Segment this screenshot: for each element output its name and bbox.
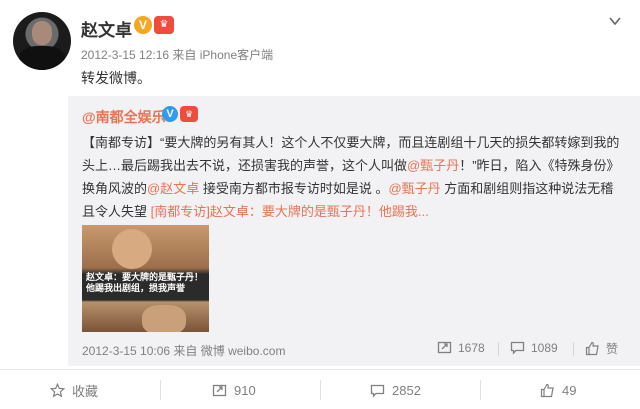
avatar-body <box>19 46 65 70</box>
image-caption: 赵文卓：要大牌的是甄子丹！他踢我出剧组，损我声誉 <box>86 272 204 293</box>
verified-badge-icon[interactable]: V <box>162 106 178 122</box>
article-link[interactable]: [南都专访]赵文卓：要大牌的是甄子丹！他踢我... <box>151 204 429 219</box>
favorite-button[interactable]: 收藏 <box>50 381 98 399</box>
mention-link[interactable]: @甄子丹 <box>388 181 440 196</box>
thumbs-up-icon <box>585 341 600 356</box>
comment-icon <box>370 383 385 398</box>
repost-meta: 2012-3-15 10:06 来自 微博 weibo.com <box>82 342 285 359</box>
avatar-face <box>32 21 52 45</box>
comment-button[interactable]: 2852 <box>370 381 421 399</box>
repost-body: 【南都专访】“要大牌的另有其人！这个人不仅要大牌，而且连剧组十几天的损失都转嫁到… <box>82 131 624 223</box>
repost-source: 来自 微博 weibo.com <box>173 344 286 358</box>
repost-timestamp[interactable]: 2012-3-15 10:06 <box>82 344 170 358</box>
verified-badge-icon[interactable]: V <box>134 16 152 34</box>
image-figure <box>112 229 152 269</box>
member-badge-icon[interactable]: ♛ <box>154 16 174 34</box>
divider <box>160 380 161 400</box>
forward-icon <box>212 383 227 398</box>
divider <box>498 342 499 356</box>
post-image[interactable]: 赵文卓：要大牌的是甄子丹！他踢我出剧组，损我声誉 <box>82 225 209 332</box>
image-figure <box>142 305 186 332</box>
author-name[interactable]: 赵文卓 <box>81 16 132 41</box>
divider <box>573 342 574 356</box>
thumbs-up-icon <box>540 383 555 398</box>
comment-count: 1089 <box>531 340 558 355</box>
repost-author[interactable]: @南都全娱乐 <box>82 107 166 127</box>
repost-like-button[interactable]: 赞 <box>585 340 618 357</box>
weibo-card: 赵文卓 V ♛ 2012-3-15 12:16 来自 iPhone客户端 转发微… <box>0 0 640 409</box>
action-bar: 收藏 910 2852 49 <box>0 369 640 409</box>
mention-link[interactable]: @赵文卓 <box>147 181 199 196</box>
avatar[interactable] <box>13 12 71 70</box>
comment-icon <box>510 340 525 355</box>
forward-count: 1678 <box>458 340 485 355</box>
star-icon <box>50 382 65 398</box>
divider <box>320 380 321 400</box>
post-source: 来自 iPhone客户端 <box>172 48 274 62</box>
repost-box: @南都全娱乐 V ♛ 【南都专访】“要大牌的另有其人！这个人不仅要大牌，而且连剧… <box>68 96 640 366</box>
like-button[interactable]: 49 <box>540 381 576 399</box>
repost-forward-button[interactable]: 1678 <box>437 340 485 355</box>
forward-icon <box>437 340 452 355</box>
repost-comment-button[interactable]: 1089 <box>510 340 558 355</box>
chevron-down-icon[interactable] <box>608 14 622 28</box>
like-label: 赞 <box>606 342 619 356</box>
forward-button[interactable]: 910 <box>212 381 256 399</box>
member-badge-icon[interactable]: ♛ <box>180 106 198 122</box>
repost-text: 接受南方都市报专访时如是说 。 <box>199 181 389 196</box>
divider <box>480 380 481 400</box>
post-text: 转发微博。 <box>81 70 151 86</box>
like-count: 49 <box>562 382 577 398</box>
post-timestamp[interactable]: 2012-3-15 12:16 <box>81 48 169 62</box>
mention-link[interactable]: @甄子丹 <box>407 158 459 173</box>
comment-count: 2852 <box>392 382 421 398</box>
favorite-label: 收藏 <box>72 383 99 399</box>
forward-count: 910 <box>234 382 256 398</box>
post-meta: 2012-3-15 12:16 来自 iPhone客户端 <box>81 46 273 63</box>
